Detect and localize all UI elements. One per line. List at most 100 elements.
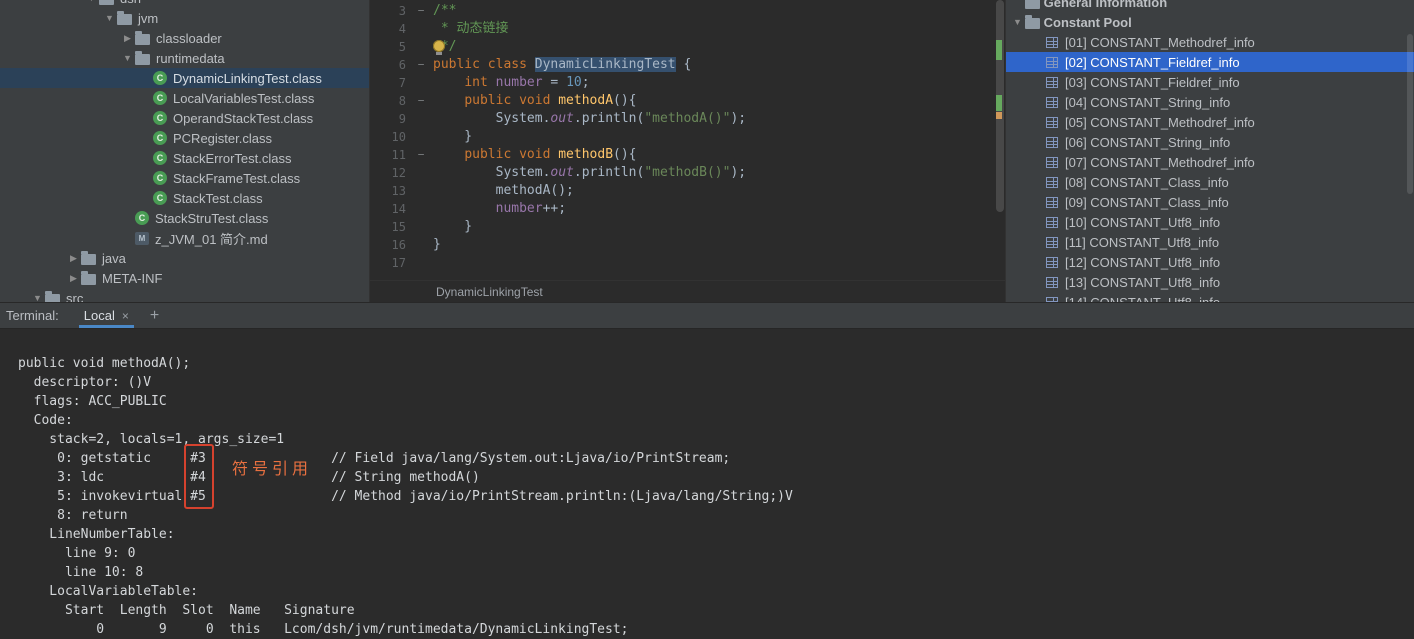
terminal-line: flags: ACC_PUBLIC	[18, 392, 1414, 411]
fold-icon[interactable]: −	[412, 56, 430, 74]
folder-icon	[81, 274, 96, 285]
code-text[interactable]: }	[430, 218, 472, 236]
folder-icon	[1025, 0, 1040, 9]
token: number	[496, 201, 543, 216]
markdown-file-icon: M	[135, 232, 149, 245]
constant-pool-item[interactable]: [10] CONSTANT_Utf8_info	[1006, 212, 1414, 232]
class-icon: C	[135, 211, 149, 225]
code-text[interactable]: public class DynamicLinkingTest {	[430, 56, 691, 74]
folder-icon	[99, 0, 114, 5]
tree-item[interactable]: ▶ java	[0, 248, 369, 268]
line-number: 16	[370, 236, 412, 254]
tree-item[interactable]: CDynamicLinkingTest.class	[0, 68, 369, 88]
project-tree: ▼dsh▼jvm ▶ classloader ▼ runtimedata CDynamic…	[0, 0, 369, 302]
constant-pool-item[interactable]: [14] CONSTANT_Utf8_info	[1006, 292, 1414, 302]
line-number: 14	[370, 200, 412, 218]
token: =	[543, 75, 566, 90]
tree-item[interactable]: ▼jvm	[0, 8, 369, 28]
fold-spacer	[412, 20, 430, 38]
editor-scrollbar[interactable]	[996, 0, 1004, 212]
code-text[interactable]: }	[430, 236, 441, 254]
tree-item[interactable]: CStackErrorTest.class	[0, 148, 369, 168]
terminal-tab-local[interactable]: Local ×	[75, 303, 138, 328]
tree-item[interactable]: CStackFrameTest.class	[0, 168, 369, 188]
code-text[interactable]: number++;	[430, 200, 566, 218]
line-number: 15	[370, 218, 412, 236]
chevron-down-icon[interactable]: ▼	[84, 0, 99, 3]
constant-pool-item[interactable]: [11] CONSTANT_Utf8_info	[1006, 232, 1414, 252]
tree-item[interactable]: CPCRegister.class	[0, 128, 369, 148]
code-text[interactable]: System.out.println("methodA()");	[430, 110, 746, 128]
terminal-toolbar: Terminal: Local × +	[0, 302, 1414, 329]
fold-spacer	[412, 182, 430, 200]
constant-pool-item[interactable]: [09] CONSTANT_Class_info	[1006, 192, 1414, 212]
token: out	[550, 165, 573, 180]
fold-icon[interactable]: −	[412, 146, 430, 164]
tree-item[interactable]: ▶META-INF	[0, 268, 369, 288]
close-icon[interactable]: ×	[122, 309, 129, 323]
tree-item[interactable]: ▼ runtimedata	[0, 48, 369, 68]
constant-pool-item[interactable]: [13] CONSTANT_Utf8_info	[1006, 272, 1414, 292]
breadcrumb: DynamicLinkingTest	[370, 280, 1005, 302]
constant-pool-item[interactable]: [08] CONSTANT_Class_info	[1006, 172, 1414, 192]
token: }	[433, 237, 441, 252]
constant-entry-icon	[1046, 117, 1058, 128]
constant-pool-item[interactable]: [12] CONSTANT_Utf8_info	[1006, 252, 1414, 272]
breadcrumb-item[interactable]: DynamicLinkingTest	[436, 285, 543, 299]
class-panel-scrollbar[interactable]	[1407, 34, 1413, 194]
line-number: 5	[370, 38, 412, 56]
tree-group[interactable]: ▼ Constant Pool	[1006, 12, 1414, 32]
tree-item[interactable]: CStackTest.class	[0, 188, 369, 208]
terminal[interactable]: public void methodA(); descriptor: ()V f…	[0, 329, 1414, 639]
chevron-down-icon[interactable]: ▼	[1010, 17, 1025, 27]
chevron-down-icon[interactable]: ▼	[30, 293, 45, 302]
constant-pool-item[interactable]: [03] CONSTANT_Fieldref_info	[1006, 72, 1414, 92]
constant-pool-item[interactable]: [06] CONSTANT_String_info	[1006, 132, 1414, 152]
tree-item-label: java	[102, 251, 126, 266]
tree-item[interactable]: ▼dsh	[0, 0, 369, 8]
chevron-down-icon[interactable]: ▼	[102, 13, 117, 23]
code-text[interactable]: }	[430, 128, 472, 146]
chevron-right-icon[interactable]: ▶	[66, 253, 81, 264]
token: 10	[566, 75, 582, 90]
tree-group[interactable]: General Information	[1006, 0, 1414, 12]
constant-pool-item[interactable]: [07] CONSTANT_Methodref_info	[1006, 152, 1414, 172]
code-text[interactable]: methodA();	[430, 182, 574, 200]
constant-entry-icon	[1046, 37, 1058, 48]
constant-pool-item[interactable]: [04] CONSTANT_String_info	[1006, 92, 1414, 112]
tree-item-label: classloader	[156, 31, 222, 46]
constant-pool-item[interactable]: [02] CONSTANT_Fieldref_info	[1006, 52, 1414, 72]
code-text[interactable]: public void methodA(){	[430, 92, 637, 110]
terminal-line: 8: return	[18, 506, 1414, 525]
chevron-down-icon[interactable]: ▼	[120, 53, 135, 63]
token: public void	[464, 147, 558, 162]
constant-pool-item[interactable]: [05] CONSTANT_Methodref_info	[1006, 112, 1414, 132]
tree-item[interactable]: Mz_JVM_01 简介.md	[0, 228, 369, 248]
tree-item[interactable]: CLocalVariablesTest.class	[0, 88, 369, 108]
code-text[interactable]: * 动态链接	[430, 20, 508, 38]
tree-item[interactable]: ▶ classloader	[0, 28, 369, 48]
code-text[interactable]: int number = 10;	[430, 74, 590, 92]
tree-item-label: runtimedata	[156, 51, 225, 66]
new-terminal-tab-button[interactable]: +	[150, 307, 159, 325]
ide-window: ▼dsh▼jvm▶classloader▼runtimedataCDynamic…	[0, 0, 1414, 639]
tree-item[interactable]: COperandStackTest.class	[0, 108, 369, 128]
terminal-line: stack=2, locals=1, args_size=1	[18, 430, 1414, 449]
constant-pool-item[interactable]: [01] CONSTANT_Methodref_info	[1006, 32, 1414, 52]
tree-item[interactable]: CStackStruTest.class	[0, 208, 369, 228]
code-text[interactable]: /**	[430, 2, 456, 20]
code-area[interactable]: 3−/**4 * 动态链接5 */6−public class DynamicL…	[370, 0, 1005, 280]
terminal-title: Terminal:	[0, 308, 75, 323]
code-text[interactable]: public void methodB(){	[430, 146, 637, 164]
token: "methodA()"	[644, 111, 730, 126]
fold-icon[interactable]: −	[412, 2, 430, 20]
constant-entry-icon	[1046, 157, 1058, 168]
chevron-right-icon[interactable]: ▶	[66, 273, 81, 284]
intention-bulb-icon[interactable]	[433, 40, 445, 52]
annotation-label: 符号引用	[232, 455, 312, 479]
code-text[interactable]: System.out.println("methodB()");	[430, 164, 746, 182]
tree-item[interactable]: ▼src	[0, 288, 369, 302]
chevron-right-icon[interactable]: ▶	[120, 33, 135, 44]
fold-icon[interactable]: −	[412, 92, 430, 110]
code-text[interactable]	[430, 254, 433, 272]
